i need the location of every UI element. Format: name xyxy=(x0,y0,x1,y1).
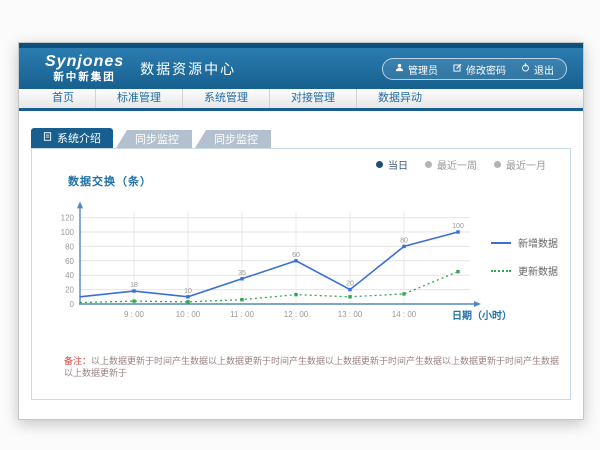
tab-sync-monitor-1[interactable]: 同步监控 xyxy=(116,130,192,148)
svg-text:60: 60 xyxy=(65,257,74,266)
chart-panel: 当日 最近一周 最近一月 数据交换（条） 0 20 40 60 80 100 120 9 : … xyxy=(31,148,571,400)
radio-dot-icon xyxy=(494,161,501,168)
svg-text:80: 80 xyxy=(400,237,408,244)
legend-item-updated-data: 更新数据 xyxy=(491,263,558,278)
svg-text:10: 10 xyxy=(184,288,192,295)
radio-dot-icon xyxy=(376,161,383,168)
svg-text:20: 20 xyxy=(346,281,354,288)
edit-icon xyxy=(453,63,462,75)
logo-text-en: Synjones xyxy=(45,54,124,70)
change-password-button[interactable]: 修改密码 xyxy=(453,62,506,77)
person-icon xyxy=(395,63,404,75)
line-chart: 0 20 40 60 80 100 120 9 : 00 10 : 00 11 : 00 12 : … xyxy=(46,189,488,329)
power-icon xyxy=(521,63,530,75)
desktop-background: Synjones 新中新集团 数据资源中心 管理员 修改密码 xyxy=(0,0,600,450)
tab-strip: 系统介绍 同步监控 同步监控 xyxy=(31,128,271,148)
tab-label: 同步监控 xyxy=(214,131,258,147)
chart-legend: 新增数据 更新数据 xyxy=(491,235,558,278)
svg-text:9 : 00: 9 : 00 xyxy=(124,310,145,319)
svg-text:80: 80 xyxy=(65,242,74,251)
tab-label: 同步监控 xyxy=(135,131,179,147)
radio-today-label: 当日 xyxy=(388,157,408,172)
svg-text:40: 40 xyxy=(65,271,74,280)
nav-item-standard-mgmt[interactable]: 标准管理 xyxy=(96,89,183,108)
main-nav: 首页 标准管理 系统管理 对接管理 数据异动 xyxy=(19,89,583,111)
admin-user-button[interactable]: 管理员 xyxy=(395,62,438,77)
time-range-radio-group: 当日 最近一周 最近一月 xyxy=(376,157,546,172)
tab-system-intro[interactable]: 系统介绍 xyxy=(31,128,113,148)
svg-text:18: 18 xyxy=(130,282,138,289)
svg-text:11 : 00: 11 : 00 xyxy=(230,310,254,319)
logout-button[interactable]: 退出 xyxy=(521,62,554,77)
logo-text-cn: 新中新集团 xyxy=(45,72,124,83)
x-axis-title: 日期（小时） xyxy=(452,307,512,322)
svg-text:10 : 00: 10 : 00 xyxy=(176,310,201,319)
y-axis-title: 数据交换（条） xyxy=(68,173,152,189)
radio-today[interactable]: 当日 xyxy=(376,157,408,172)
radio-last-week[interactable]: 最近一周 xyxy=(425,157,477,172)
footnote: 备注：以上数据更新于时间产生数据以上数据更新于时间产生数据以上数据更新于时间产生… xyxy=(64,356,560,379)
nav-item-interface-mgmt[interactable]: 对接管理 xyxy=(270,89,357,108)
svg-text:100: 100 xyxy=(61,228,75,237)
svg-text:60: 60 xyxy=(292,252,300,259)
footnote-prefix: 备注： xyxy=(64,356,91,366)
tab-sync-monitor-2[interactable]: 同步监控 xyxy=(195,130,271,148)
radio-last-month-label: 最近一月 xyxy=(506,157,546,172)
user-menu-bar: 管理员 修改密码 退出 xyxy=(382,58,567,80)
radio-last-month[interactable]: 最近一月 xyxy=(494,157,546,172)
legend-new-data-label: 新增数据 xyxy=(518,235,558,250)
svg-text:13 : 00: 13 : 00 xyxy=(338,310,363,319)
logout-label: 退出 xyxy=(534,62,554,77)
nav-item-data-change[interactable]: 数据异动 xyxy=(357,89,443,108)
svg-text:14 : 00: 14 : 00 xyxy=(392,310,417,319)
svg-text:20: 20 xyxy=(65,286,74,295)
radio-last-week-label: 最近一周 xyxy=(437,157,477,172)
company-logo: Synjones 新中新集团 xyxy=(45,54,124,83)
svg-text:0: 0 xyxy=(70,300,75,309)
document-icon xyxy=(43,132,52,144)
blue-line-sample-icon xyxy=(491,242,511,244)
chart-area: 0 20 40 60 80 100 120 9 : 00 10 : 00 11 : 00 12 : … xyxy=(46,189,488,334)
page-title: 数据资源中心 xyxy=(140,59,236,79)
svg-text:100: 100 xyxy=(452,223,464,230)
green-dotted-sample-icon xyxy=(491,270,511,272)
tab-label: 系统介绍 xyxy=(57,130,101,146)
admin-user-label: 管理员 xyxy=(408,62,438,77)
legend-item-new-data: 新增数据 xyxy=(491,235,558,250)
svg-text:35: 35 xyxy=(238,270,246,277)
app-header: Synjones 新中新集团 数据资源中心 管理员 修改密码 xyxy=(19,48,583,89)
svg-text:120: 120 xyxy=(61,214,75,223)
nav-item-home[interactable]: 首页 xyxy=(31,89,96,108)
nav-item-system-mgmt[interactable]: 系统管理 xyxy=(183,89,270,108)
app-window: Synjones 新中新集团 数据资源中心 管理员 修改密码 xyxy=(18,42,584,420)
legend-updated-data-label: 更新数据 xyxy=(518,263,558,278)
svg-text:12 : 00: 12 : 00 xyxy=(284,310,309,319)
change-password-label: 修改密码 xyxy=(466,62,506,77)
radio-dot-icon xyxy=(425,161,432,168)
footnote-text: 以上数据更新于时间产生数据以上数据更新于时间产生数据以上数据更新于时间产生数据以… xyxy=(64,356,559,378)
